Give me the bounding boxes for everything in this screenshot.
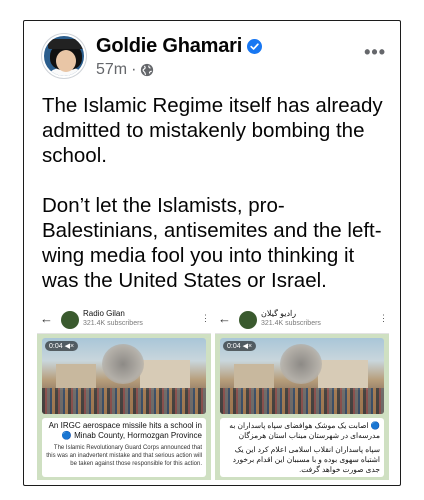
building-shape [56, 364, 96, 390]
crowd-shape [220, 388, 384, 414]
telegram-screenshot-persian[interactable]: ← رادیو گیلان 321.4K subscribers ⋮ 0:04 … [215, 308, 389, 480]
channel-avatar [239, 311, 257, 329]
post-meta: 57m · [96, 61, 154, 79]
kebab-menu-icon: ⋮ [379, 313, 388, 323]
back-arrow-icon: ← [218, 311, 231, 326]
video-duration-badge: 0:04 ◀× [223, 341, 257, 351]
crowd-shape [42, 388, 206, 414]
message-caption: An IRGC aerospace missile hits a school … [42, 418, 206, 477]
channel-name: رادیو گیلان [261, 309, 297, 318]
kebab-menu-icon: ⋮ [201, 313, 210, 323]
message-caption: 🔵 اصابت یک موشک هوافضای سپاه پاسداران به… [220, 418, 384, 477]
avatar-hat [48, 39, 84, 49]
post-timestamp[interactable]: 57m [96, 61, 127, 79]
telegram-screenshot-english[interactable]: ← Radio Gilan 321.4K subscribers ⋮ 0:04 … [37, 308, 211, 480]
post-header: Goldie Ghamari 57m · ••• [42, 34, 386, 82]
author-line: Goldie Ghamari [96, 35, 263, 58]
facebook-post-card: Goldie Ghamari 57m · ••• The Islamic Reg… [23, 20, 401, 486]
channel-subscribers: 321.4K subscribers [83, 320, 143, 327]
smoke-plume [280, 344, 322, 384]
post-body: The Islamic Regime itself has already ad… [42, 93, 390, 293]
caption-sub: The Islamic Revolutionary Guard Corps an… [46, 445, 202, 467]
verified-badge-icon [247, 39, 263, 54]
building-shape [234, 364, 274, 390]
channel-header: ← Radio Gilan 321.4K subscribers ⋮ [37, 308, 211, 334]
video-thumbnail: 0:04 ◀× [42, 338, 206, 414]
post-paragraph: The Islamic Regime itself has already ad… [42, 94, 383, 167]
author-name[interactable]: Goldie Ghamari [96, 35, 242, 58]
channel-header: ← رادیو گیلان 321.4K subscribers ⋮ [215, 308, 389, 334]
video-duration-badge: 0:04 ◀× [45, 341, 79, 351]
more-options-button[interactable]: ••• [364, 42, 386, 63]
video-thumbnail: 0:04 ◀× [220, 338, 384, 414]
smoke-plume [102, 344, 144, 384]
caption-main: An IRGC aerospace missile hits a school … [48, 421, 202, 440]
channel-name: Radio Gilan [83, 309, 125, 318]
building-shape [318, 360, 368, 390]
globe-icon [141, 63, 154, 77]
post-images[interactable]: ← Radio Gilan 321.4K subscribers ⋮ 0:04 … [37, 308, 389, 480]
post-paragraph: Don’t let the Islamists, pro-Balestinian… [42, 194, 382, 292]
caption-main: 🔵 اصابت یک موشک هوافضای سپاه پاسداران به… [229, 421, 380, 440]
caption-sub: سپاه پاسداران انقلاب اسلامی اعلام کرد ای… [232, 445, 380, 474]
channel-avatar [61, 311, 79, 329]
back-arrow-icon: ← [40, 311, 53, 326]
meta-separator: · [131, 61, 137, 78]
building-shape [140, 360, 190, 390]
channel-subscribers: 321.4K subscribers [261, 320, 321, 327]
avatar-face [56, 50, 76, 72]
author-avatar[interactable] [42, 34, 86, 78]
